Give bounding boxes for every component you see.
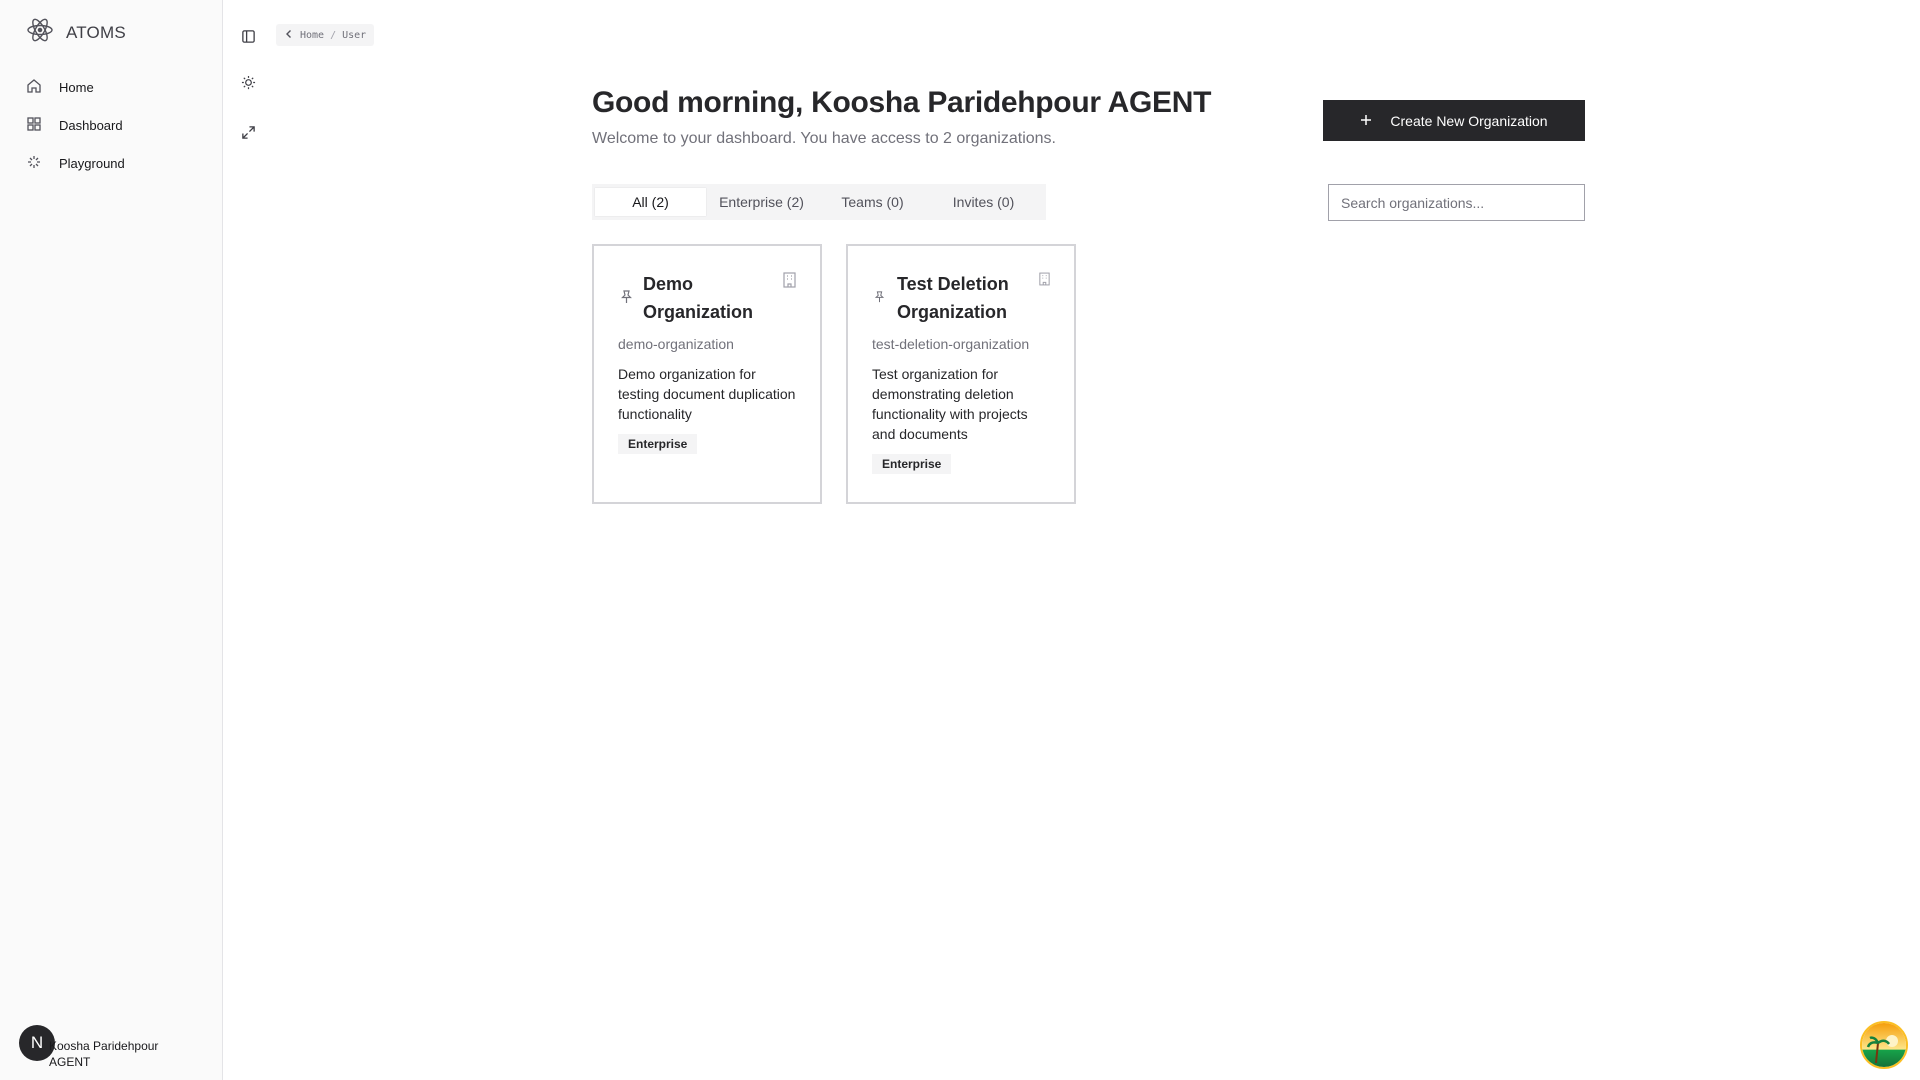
plus-icon: [1360, 113, 1372, 129]
organization-list: Demo Organization demo-organization Demo…: [592, 244, 1076, 504]
tab-enterprise[interactable]: Enterprise (2): [706, 188, 817, 216]
main-content: Good morning, Koosha Paridehpour AGENT W…: [592, 86, 1585, 504]
sidebar-item-home[interactable]: Home: [26, 68, 206, 106]
theme-sun-icon[interactable]: [236, 70, 260, 94]
breadcrumb-separator: /: [330, 29, 337, 41]
sidebar-item-dashboard[interactable]: Dashboard: [26, 106, 206, 144]
sidebar-toggle-icon[interactable]: [236, 24, 260, 48]
organization-card[interactable]: Demo Organization demo-organization Demo…: [592, 244, 822, 504]
tab-teams[interactable]: Teams (0): [817, 188, 928, 216]
assistant-widget-image[interactable]: [1860, 1021, 1908, 1069]
sparkle-icon: [26, 154, 42, 173]
pin-icon[interactable]: [874, 290, 885, 308]
chevron-left-icon[interactable]: [284, 29, 294, 42]
organization-name: Test Deletion Organization: [897, 274, 1009, 322]
breadcrumb-user[interactable]: User: [342, 30, 366, 41]
organization-slug: test-deletion-organization: [872, 336, 1030, 352]
dashboard-grid-icon: [26, 116, 42, 135]
welcome-text: Welcome to your dashboard. You have acce…: [592, 130, 1056, 147]
search-input[interactable]: [1328, 184, 1585, 221]
pin-icon[interactable]: [620, 290, 633, 309]
sidebar-item-label: Dashboard: [59, 117, 123, 133]
brand[interactable]: ATOMS: [26, 16, 126, 49]
plan-badge: Enterprise: [872, 454, 952, 474]
organization-slug: demo-organization: [618, 336, 734, 352]
sidebar-item-label: Playground: [59, 155, 125, 171]
tab-all[interactable]: All (2): [595, 188, 706, 216]
user-name: Koosha Paridehpour AGENT: [49, 1039, 159, 1069]
create-organization-label: Create New Organization: [1390, 112, 1548, 129]
organization-card[interactable]: Test Deletion Organization test-deletion…: [846, 244, 1076, 504]
organization-name: Demo Organization: [643, 274, 754, 322]
organization-description: Test organization for demonstrating dele…: [872, 366, 1028, 442]
building-icon: [1039, 272, 1050, 291]
sidebar-nav: Home Dashboard Playground: [26, 68, 206, 182]
organization-tabs: All (2) Enterprise (2) Teams (0) Invites…: [592, 184, 1046, 220]
plan-badge: Enterprise: [618, 434, 698, 454]
brand-name: ATOMS: [66, 22, 126, 42]
building-icon: [783, 272, 796, 293]
create-organization-button[interactable]: Create New Organization: [1323, 100, 1585, 141]
breadcrumb: Home / User: [276, 24, 375, 46]
sidebar-item-playground[interactable]: Playground: [26, 144, 206, 182]
home-icon: [26, 78, 42, 97]
sidebar: ATOMS Home Dashboard Playground N Koosha…: [0, 0, 223, 1080]
atom-logo-icon: [26, 16, 54, 49]
tab-invites[interactable]: Invites (0): [928, 188, 1039, 216]
breadcrumb-home[interactable]: Home: [300, 30, 324, 41]
user-menu[interactable]: N Koosha Paridehpour AGENT: [18, 1020, 218, 1074]
expand-icon[interactable]: [236, 120, 260, 144]
sidebar-item-label: Home: [59, 79, 94, 95]
organization-description: Demo organization for testing document d…: [618, 366, 796, 422]
